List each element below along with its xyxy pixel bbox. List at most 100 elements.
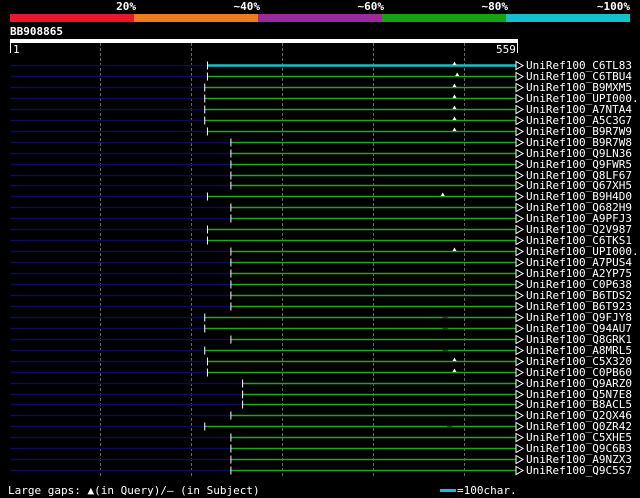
hit-row[interactable] bbox=[10, 378, 525, 389]
hit-name[interactable]: UniRef100_C6TBU4 bbox=[526, 71, 632, 82]
query-gap-marker bbox=[440, 192, 445, 196]
hit-row[interactable] bbox=[10, 421, 525, 432]
hit-name[interactable]: UniRef100_Q9FWR5 bbox=[526, 159, 632, 170]
hit-row[interactable] bbox=[10, 410, 525, 421]
hit-name[interactable]: UniRef100_Q9FJY8 bbox=[526, 312, 632, 323]
hit-row[interactable] bbox=[10, 202, 525, 213]
hit-name[interactable]: UniRef100_Q9LN36 bbox=[526, 148, 632, 159]
hit-end-arrow bbox=[515, 126, 525, 137]
hit-row[interactable] bbox=[10, 356, 525, 367]
hit-name[interactable]: UniRef100_B8ACL5 bbox=[526, 399, 632, 410]
query-gap-marker bbox=[452, 105, 457, 109]
hit-row[interactable] bbox=[10, 126, 525, 137]
hit-name[interactable]: UniRef100_C5X320 bbox=[526, 356, 632, 367]
hit-name[interactable]: UniRef100_Q8GRK1 bbox=[526, 334, 632, 345]
hit-row[interactable] bbox=[10, 137, 525, 148]
hit-row[interactable] bbox=[10, 399, 525, 410]
hit-end-arrow bbox=[515, 279, 525, 290]
hit-end-arrow bbox=[515, 202, 525, 213]
query-gap-marker bbox=[452, 61, 457, 65]
query-gap-marker bbox=[452, 83, 457, 87]
hit-row[interactable] bbox=[10, 334, 525, 345]
hit-end-arrow bbox=[515, 180, 525, 191]
hit-end-arrow bbox=[515, 399, 525, 410]
hit-name[interactable]: UniRef100_B9MXM5 bbox=[526, 82, 632, 93]
hit-end-arrow bbox=[515, 367, 525, 378]
hit-name[interactable]: UniRef100_C0PB60 bbox=[526, 367, 632, 378]
hit-row[interactable] bbox=[10, 224, 525, 235]
hit-row[interactable] bbox=[10, 71, 525, 82]
hit-end-arrow bbox=[515, 432, 525, 443]
hit-name[interactable]: UniRef100_UPI000... bbox=[526, 93, 640, 104]
hit-row[interactable] bbox=[10, 93, 525, 104]
hit-row[interactable] bbox=[10, 235, 525, 246]
hit-row[interactable] bbox=[10, 312, 525, 323]
hit-end-arrow bbox=[515, 224, 525, 235]
hit-end-arrow bbox=[515, 257, 525, 268]
query-gap-marker bbox=[452, 116, 457, 120]
hit-row[interactable] bbox=[10, 345, 525, 356]
hit-name[interactable]: UniRef100_B9R7W8 bbox=[526, 137, 632, 148]
hit-name[interactable]: UniRef100_Q9C6B3 bbox=[526, 443, 632, 454]
hit-name[interactable]: UniRef100_A7NTA4 bbox=[526, 104, 632, 115]
hit-row[interactable] bbox=[10, 246, 525, 257]
hit-name[interactable]: UniRef100_B6TDS2 bbox=[526, 290, 632, 301]
hit-row[interactable] bbox=[10, 82, 525, 93]
hit-row[interactable] bbox=[10, 180, 525, 191]
hit-row[interactable] bbox=[10, 170, 525, 181]
hit-name[interactable]: UniRef100_Q67XH5 bbox=[526, 180, 632, 191]
hit-row[interactable] bbox=[10, 432, 525, 443]
hit-row[interactable] bbox=[10, 148, 525, 159]
hit-name[interactable]: UniRef100_A2YP75 bbox=[526, 268, 632, 279]
hit-row[interactable] bbox=[10, 60, 525, 71]
hit-row[interactable] bbox=[10, 367, 525, 378]
hit-name[interactable]: UniRef100_Q2QX46 bbox=[526, 410, 632, 421]
hit-row[interactable] bbox=[10, 191, 525, 202]
hit-end-arrow bbox=[515, 159, 525, 170]
hit-name[interactable]: UniRef100_Q0ZR42 bbox=[526, 421, 632, 432]
hit-end-arrow bbox=[515, 389, 525, 400]
hit-name[interactable]: UniRef100_A9NZX3 bbox=[526, 454, 632, 465]
hit-end-arrow bbox=[515, 104, 525, 115]
hit-end-arrow bbox=[515, 235, 525, 246]
hit-row[interactable] bbox=[10, 290, 525, 301]
hit-row[interactable] bbox=[10, 465, 525, 476]
hit-row[interactable] bbox=[10, 257, 525, 268]
hit-row[interactable] bbox=[10, 213, 525, 224]
hit-row[interactable] bbox=[10, 323, 525, 334]
hit-row[interactable] bbox=[10, 443, 525, 454]
hit-end-arrow bbox=[515, 334, 525, 345]
query-gap-marker bbox=[452, 94, 457, 98]
query-gap-marker bbox=[452, 247, 457, 251]
hit-end-arrow bbox=[515, 356, 525, 367]
hit-end-arrow bbox=[515, 191, 525, 202]
hit-name[interactable]: UniRef100_UPI000... bbox=[526, 246, 640, 257]
scale-legend-label: =100char. bbox=[457, 484, 517, 497]
hit-row[interactable] bbox=[10, 279, 525, 290]
hit-end-arrow bbox=[515, 421, 525, 432]
hit-row[interactable] bbox=[10, 159, 525, 170]
hit-name[interactable]: UniRef100_C5XHE5 bbox=[526, 432, 632, 443]
hit-name[interactable]: UniRef100_B9H4D0 bbox=[526, 191, 632, 202]
hit-name[interactable]: UniRef100_Q2V987 bbox=[526, 224, 632, 235]
hit-name[interactable]: UniRef100_Q682H9 bbox=[526, 202, 632, 213]
hit-name[interactable]: UniRef100_Q9ARZ0 bbox=[526, 378, 632, 389]
hit-name[interactable]: UniRef100_Q9C5S7 bbox=[526, 465, 632, 476]
hit-name[interactable]: UniRef100_A5C3G7 bbox=[526, 115, 632, 126]
hit-name[interactable]: UniRef100_A9PFJ3 bbox=[526, 213, 632, 224]
hit-name[interactable]: UniRef100_C6TL83 bbox=[526, 60, 632, 71]
hit-name[interactable]: UniRef100_C0P638 bbox=[526, 279, 632, 290]
hit-row[interactable] bbox=[10, 301, 525, 312]
hit-row[interactable] bbox=[10, 104, 525, 115]
hit-row[interactable] bbox=[10, 389, 525, 400]
hit-end-arrow bbox=[515, 301, 525, 312]
hit-row[interactable] bbox=[10, 268, 525, 279]
hit-row[interactable] bbox=[10, 115, 525, 126]
hit-name[interactable]: UniRef100_C6TKS1 bbox=[526, 235, 632, 246]
hit-name[interactable]: UniRef100_A7PUS4 bbox=[526, 257, 632, 268]
hit-name[interactable]: UniRef100_A8MRL5 bbox=[526, 345, 632, 356]
hit-name[interactable]: UniRef100_Q94AU7 bbox=[526, 323, 632, 334]
hit-name[interactable]: UniRef100_B6T923 bbox=[526, 301, 632, 312]
hit-row[interactable] bbox=[10, 454, 525, 465]
hit-name[interactable]: UniRef100_B9R7W9 bbox=[526, 126, 632, 137]
